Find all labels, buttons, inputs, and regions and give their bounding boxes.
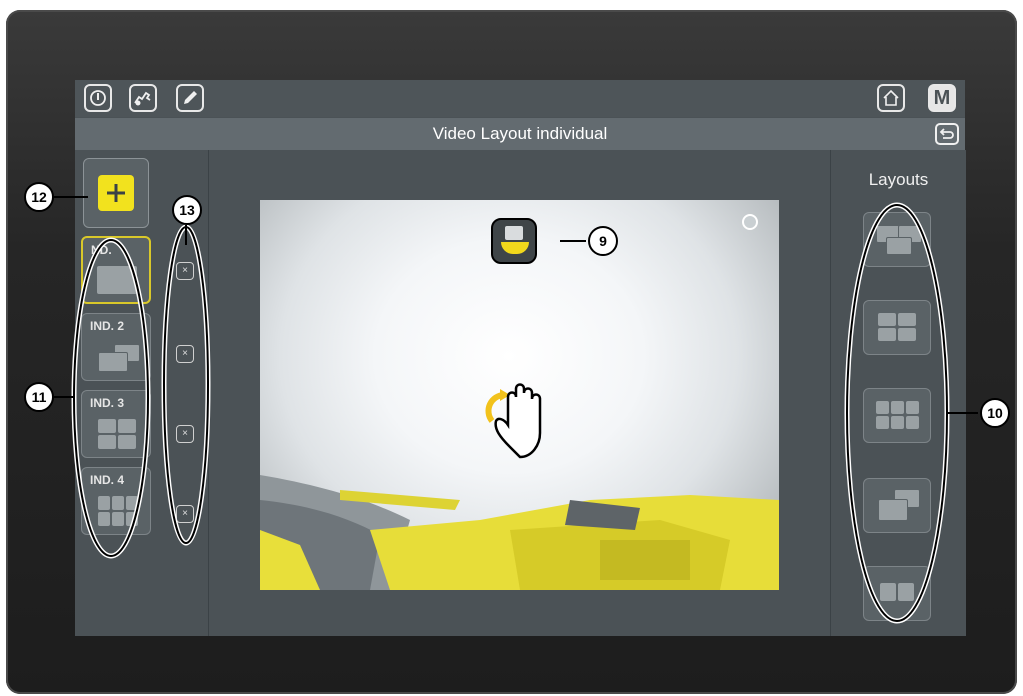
callout-overlay	[54, 196, 978, 624]
callout-9: 9	[588, 226, 618, 256]
callout-12: 12	[24, 182, 54, 212]
callout-10: 10	[980, 398, 1010, 428]
callout-11: 11	[24, 382, 54, 412]
callout-13: 13	[172, 195, 202, 225]
